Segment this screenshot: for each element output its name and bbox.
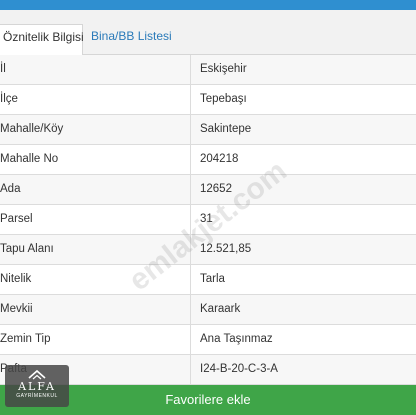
tab-attribute-info[interactable]: Öznitelik Bilgisi xyxy=(0,24,84,56)
row-value: 12652 xyxy=(200,183,232,195)
attribute-table: İl Eskişehir İlçe Tepebaşı Mahalle/Köy S… xyxy=(0,55,416,385)
house-roof-icon xyxy=(28,369,46,380)
table-row: Parsel 31 xyxy=(0,205,416,235)
row-value: Karaark xyxy=(200,303,241,315)
row-value: 204218 xyxy=(200,153,239,165)
row-value: I24-B-20-C-3-A xyxy=(200,363,278,375)
row-label: Tapu Alanı xyxy=(0,235,191,264)
row-value: 31 xyxy=(200,213,213,225)
table-row: Mahalle No 204218 xyxy=(0,145,416,175)
logo-name: ALFA xyxy=(18,380,56,393)
row-value: Sakintepe xyxy=(200,123,252,135)
row-label: İlçe xyxy=(0,85,191,114)
table-row: Nitelik Tarla xyxy=(0,265,416,295)
header-bar xyxy=(0,0,416,10)
row-value: Tarla xyxy=(200,273,225,285)
row-label: İl xyxy=(0,55,191,84)
agency-logo: ALFA GAYRİMENKUL xyxy=(5,365,69,407)
table-row: Zemin Tip Ana Taşınmaz xyxy=(0,325,416,355)
row-label: Mahalle/Köy xyxy=(0,115,191,144)
row-label: Parsel xyxy=(0,205,191,234)
row-label: Mevkii xyxy=(0,295,191,324)
logo-subtitle: GAYRİMENKUL xyxy=(16,393,58,399)
row-value: Tepebaşı xyxy=(200,93,247,105)
tab-bar: Öznitelik Bilgisi Bina/BB Listesi xyxy=(0,10,416,56)
table-row: Ada 12652 xyxy=(0,175,416,205)
row-label: Zemin Tip xyxy=(0,325,191,354)
parcel-info-panel: Öznitelik Bilgisi Bina/BB Listesi İl Esk… xyxy=(0,0,416,415)
row-value: Ana Taşınmaz xyxy=(200,333,273,345)
row-value: Eskişehir xyxy=(200,63,247,75)
table-row: Mevkii Karaark xyxy=(0,295,416,325)
table-row: Tapu Alanı 12.521,85 xyxy=(0,235,416,265)
row-label: Nitelik xyxy=(0,265,191,294)
row-label: Mahalle No xyxy=(0,145,191,174)
row-label: Ada xyxy=(0,175,191,204)
table-row: Mahalle/Köy Sakintepe xyxy=(0,115,416,145)
table-row: İl Eskişehir xyxy=(0,55,416,85)
tab-building-list[interactable]: Bina/BB Listesi xyxy=(91,24,172,55)
row-value: 12.521,85 xyxy=(200,243,252,255)
table-row: İlçe Tepebaşı xyxy=(0,85,416,115)
